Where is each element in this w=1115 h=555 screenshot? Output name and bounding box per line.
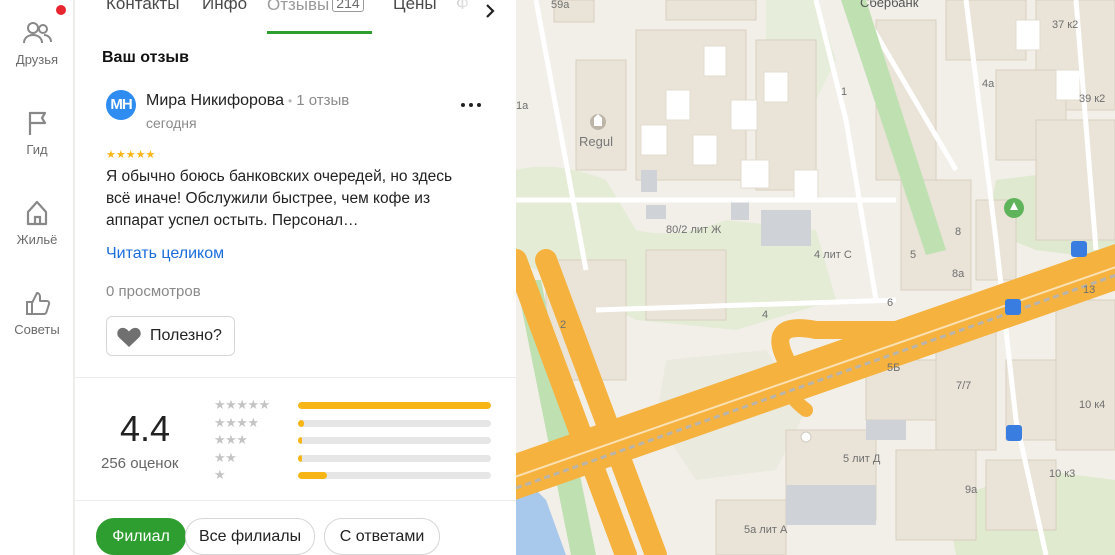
map-label: 1а [516,100,529,112]
useful-button[interactable]: Полезно? [106,316,235,356]
distribution-bar-track [298,472,491,479]
review-author: Мира Никифорова • 1 отзыв [146,92,349,110]
rail-label-tips: Советы [14,322,60,337]
tab-reviews-label: Отзывы [267,0,330,14]
section-title: Ваш отзыв [102,49,189,66]
heart-icon [117,327,141,347]
map-label: 4а [982,78,995,90]
views-count: 0 просмотров [106,283,201,300]
map-label: 39 к2 [1079,93,1106,105]
tab-info[interactable]: Инфо [202,0,247,14]
map-label: 8 [955,226,962,238]
tab-bar: Контакты Инфо Отзывы214 Цены Ф [75,0,516,34]
distribution-bar-fill [298,402,491,409]
filter-all-branches[interactable]: Все филиалы [185,518,315,555]
notification-dot [56,5,66,15]
rail-label-friends: Друзья [15,52,59,67]
divider [75,500,516,501]
useful-label: Полезно? [150,327,222,344]
thumbs-up-icon [26,292,51,315]
map-label: 80/2 лит Ж [666,224,722,236]
map-label: 5 [910,249,917,261]
left-rail: Друзья Гид Жильё Советы [0,0,74,555]
distribution-stars: ★★★ [214,432,248,447]
map-label: 6 [887,297,894,309]
rail-label-housing: Жильё [16,232,58,247]
distribution-bar-fill [298,454,302,462]
author-name[interactable]: Мира Никифорова [146,92,284,109]
map-label: 2 [560,319,567,331]
map-label: 1 [841,86,848,98]
chevron-right-icon [486,4,495,18]
distribution-stars: ★★★★ [214,414,259,430]
distribution-stars: ★ [214,467,226,482]
rail-label-guide: Гид [26,142,48,157]
distribution-stars: ★★ [214,449,237,465]
review-date: сегодня [146,115,197,131]
org-panel: Контакты Инфо Отзывы214 Цены Ф Ваш отзыв… [75,0,516,555]
map-label: 37 к2 [1052,19,1079,31]
map-canvas[interactable] [516,0,1115,555]
tab-contacts[interactable]: Контакты [106,0,179,14]
distribution-stars: ★★★★★ [214,397,270,412]
avatar[interactable]: МН [106,90,136,120]
map-label: 5 лит Д [843,453,881,465]
map-label: 10 к3 [1049,468,1076,480]
filter-with-replies[interactable]: С ответами [324,518,440,555]
more-options-button[interactable] [457,94,485,116]
flag-icon [28,111,47,135]
map-label: 5а лит А [744,524,788,536]
distribution-bar-fill [298,419,304,427]
rating-count: 256 оценок [101,455,179,472]
rating-value: 4.4 [120,408,171,449]
tab-reviews-count: 214 [332,0,364,12]
tab-prices[interactable]: Цены [393,0,437,14]
divider [75,377,516,378]
map-label: 8а [952,268,965,280]
rail-item-housing[interactable]: Жильё [0,198,74,247]
house-icon [26,200,48,226]
review-text: Я обычно боюсь банковских очередей, но з… [106,168,453,229]
map-label: 4 [762,309,769,321]
map-label: 7/7 [956,380,972,392]
distribution-bar-fill [298,472,327,479]
review-stars: ★★★★★ [106,149,156,161]
map-label-regul[interactable]: Regul [579,134,613,149]
map-view[interactable]: 59а 1а Regul 1 Сбербанк 37 к2 39 к2 4а 8… [516,0,1115,555]
map-label: 4 лит С [814,249,852,261]
read-more-link[interactable]: Читать целиком [106,245,224,263]
map-label: 5Б [887,362,901,374]
distribution-bar-track [298,437,491,444]
map-label: 10 к4 [1079,399,1106,411]
tab-reviews[interactable]: Отзывы 214 [267,0,364,15]
rail-item-guide[interactable]: Гид [0,108,74,157]
rail-item-friends[interactable]: Друзья [0,18,74,67]
author-separator: • [288,94,293,108]
map-label: 9а [965,484,978,496]
map-label: 59а [551,0,570,11]
distribution-bar-fill [298,437,302,444]
tab-active-indicator [267,31,372,34]
distribution-bar-track [298,454,491,462]
rail-item-tips[interactable]: Советы [0,288,74,337]
friends-icon [23,22,52,44]
distribution-bar-track [298,402,491,409]
map-label: 13 [1083,284,1096,296]
filter-branch[interactable]: Филиал [96,518,186,555]
tabs-next-button[interactable] [475,0,505,24]
distribution-bar-track [298,419,491,427]
dots-menu-icon [461,103,481,107]
map-label-sberbank[interactable]: Сбербанк [860,0,918,10]
author-review-count: 1 отзыв [296,92,350,109]
